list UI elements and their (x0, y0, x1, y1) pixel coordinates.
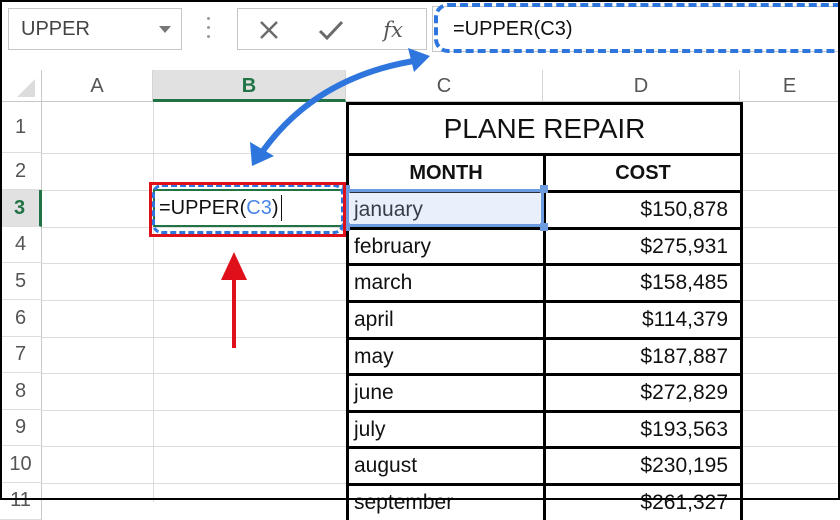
table-header-cost[interactable]: COST (543, 153, 743, 190)
row-header-3[interactable]: 3 (0, 190, 42, 227)
table-cell-month[interactable]: march (346, 263, 543, 300)
table-cell-cost[interactable]: $150,878 (543, 190, 743, 227)
checkmark-icon (318, 20, 344, 41)
table-cell-cost[interactable]: $230,195 (543, 446, 743, 483)
chevron-down-icon[interactable] (159, 26, 171, 33)
fx-icon: fx (383, 18, 403, 42)
row-header-8[interactable]: 8 (0, 373, 42, 410)
table-cell-month[interactable]: may (346, 337, 543, 373)
table-cell-month[interactable]: february (346, 227, 543, 263)
table-cell-cost[interactable]: $275,931 (543, 227, 743, 263)
row-header-1[interactable]: 1 (0, 102, 42, 153)
table-cell-month[interactable]: september (346, 483, 543, 520)
close-icon (260, 21, 278, 39)
column-header-b[interactable]: B (153, 70, 346, 102)
table-cell-month[interactable]: july (346, 410, 543, 446)
row-header-4[interactable]: 4 (0, 227, 42, 263)
formula-highlight-annotation (434, 3, 840, 53)
select-all-button[interactable] (0, 70, 42, 102)
table-cell-cost[interactable]: $272,829 (543, 373, 743, 410)
row-header-11[interactable]: 11 (0, 483, 42, 520)
row-header-7[interactable]: 7 (0, 337, 42, 373)
column-header-a[interactable]: A (42, 70, 153, 102)
table-cell-cost[interactable]: $261,327 (543, 483, 743, 520)
name-box-value: UPPER (21, 18, 90, 40)
table-cell-cost[interactable]: $158,485 (543, 263, 743, 300)
table-title[interactable]: PLANE REPAIR (346, 102, 743, 153)
referenced-cell-c3-highlight (346, 189, 544, 227)
column-header-c[interactable]: C (346, 70, 543, 102)
row-header-2[interactable]: 2 (0, 153, 42, 190)
cancel-button[interactable] (254, 15, 284, 45)
table-cell-month[interactable]: june (346, 373, 543, 410)
column-header-d[interactable]: D (543, 70, 740, 102)
resize-handle[interactable] (540, 185, 548, 193)
grip-handle-icon[interactable] (207, 17, 211, 41)
cell-highlight-box-annotation (149, 182, 346, 237)
column-header-e[interactable]: E (740, 70, 840, 102)
table-cell-cost[interactable]: $193,563 (543, 410, 743, 446)
enter-button[interactable] (316, 15, 346, 45)
resize-handle[interactable] (540, 223, 548, 231)
formula-buttons: fx (237, 8, 427, 50)
name-box[interactable]: UPPER (8, 8, 182, 50)
table-cell-month[interactable]: april (346, 300, 543, 337)
insert-function-button[interactable]: fx (378, 15, 408, 45)
table-cell-month[interactable]: august (346, 446, 543, 483)
row-header-9[interactable]: 9 (0, 410, 42, 446)
table-cell-cost[interactable]: $187,887 (543, 337, 743, 373)
table-cell-cost[interactable]: $114,379 (543, 300, 743, 337)
row-header-5[interactable]: 5 (0, 263, 42, 300)
formula-bar: UPPER fx =UPPER(C3) (0, 0, 840, 62)
table-header-month[interactable]: MONTH (346, 153, 543, 190)
row-header-10[interactable]: 10 (0, 446, 42, 483)
row-header-6[interactable]: 6 (0, 300, 42, 337)
